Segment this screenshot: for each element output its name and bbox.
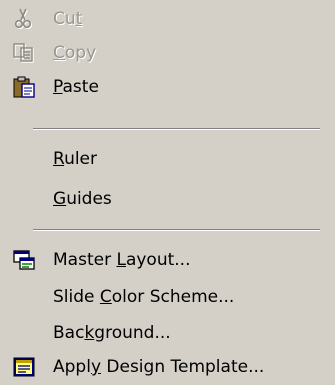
copy-icon <box>12 41 36 65</box>
menu-item-guides[interactable]: Guides <box>0 182 335 216</box>
menu-separator <box>33 128 320 130</box>
design-template-icon <box>12 355 36 379</box>
clipboard-paste-icon <box>12 75 36 99</box>
menu-item-ruler[interactable]: Ruler <box>0 142 335 176</box>
menu-item-apply-design-template[interactable]: Apply Design Template... <box>0 350 335 384</box>
menu-item-label: Cut <box>53 9 83 29</box>
menu-item-label: Paste <box>53 77 99 97</box>
menu-item-label: Slide Color Scheme... <box>53 287 235 307</box>
menu-item-label: Copy <box>53 43 97 63</box>
master-layout-icon <box>12 248 36 272</box>
menu-item-cut[interactable]: Cut <box>0 2 335 36</box>
menu-item-label: Ruler <box>53 149 98 169</box>
menu-item-label: Guides <box>53 189 112 209</box>
context-menu: Cut Copy Paste Ruler Guides Master Layou… <box>0 0 335 385</box>
scissors-icon <box>12 7 36 31</box>
menu-item-label: Master Layout... <box>53 250 191 270</box>
menu-item-background[interactable]: Background... <box>0 316 335 350</box>
menu-item-slide-color-scheme[interactable]: Slide Color Scheme... <box>0 280 335 314</box>
menu-item-copy[interactable]: Copy <box>0 36 335 70</box>
menu-item-master-layout[interactable]: Master Layout... <box>0 243 335 277</box>
menu-item-label: Background... <box>53 323 171 343</box>
menu-item-paste[interactable]: Paste <box>0 70 335 104</box>
menu-item-label: Apply Design Template... <box>53 357 265 377</box>
menu-separator <box>33 229 320 231</box>
